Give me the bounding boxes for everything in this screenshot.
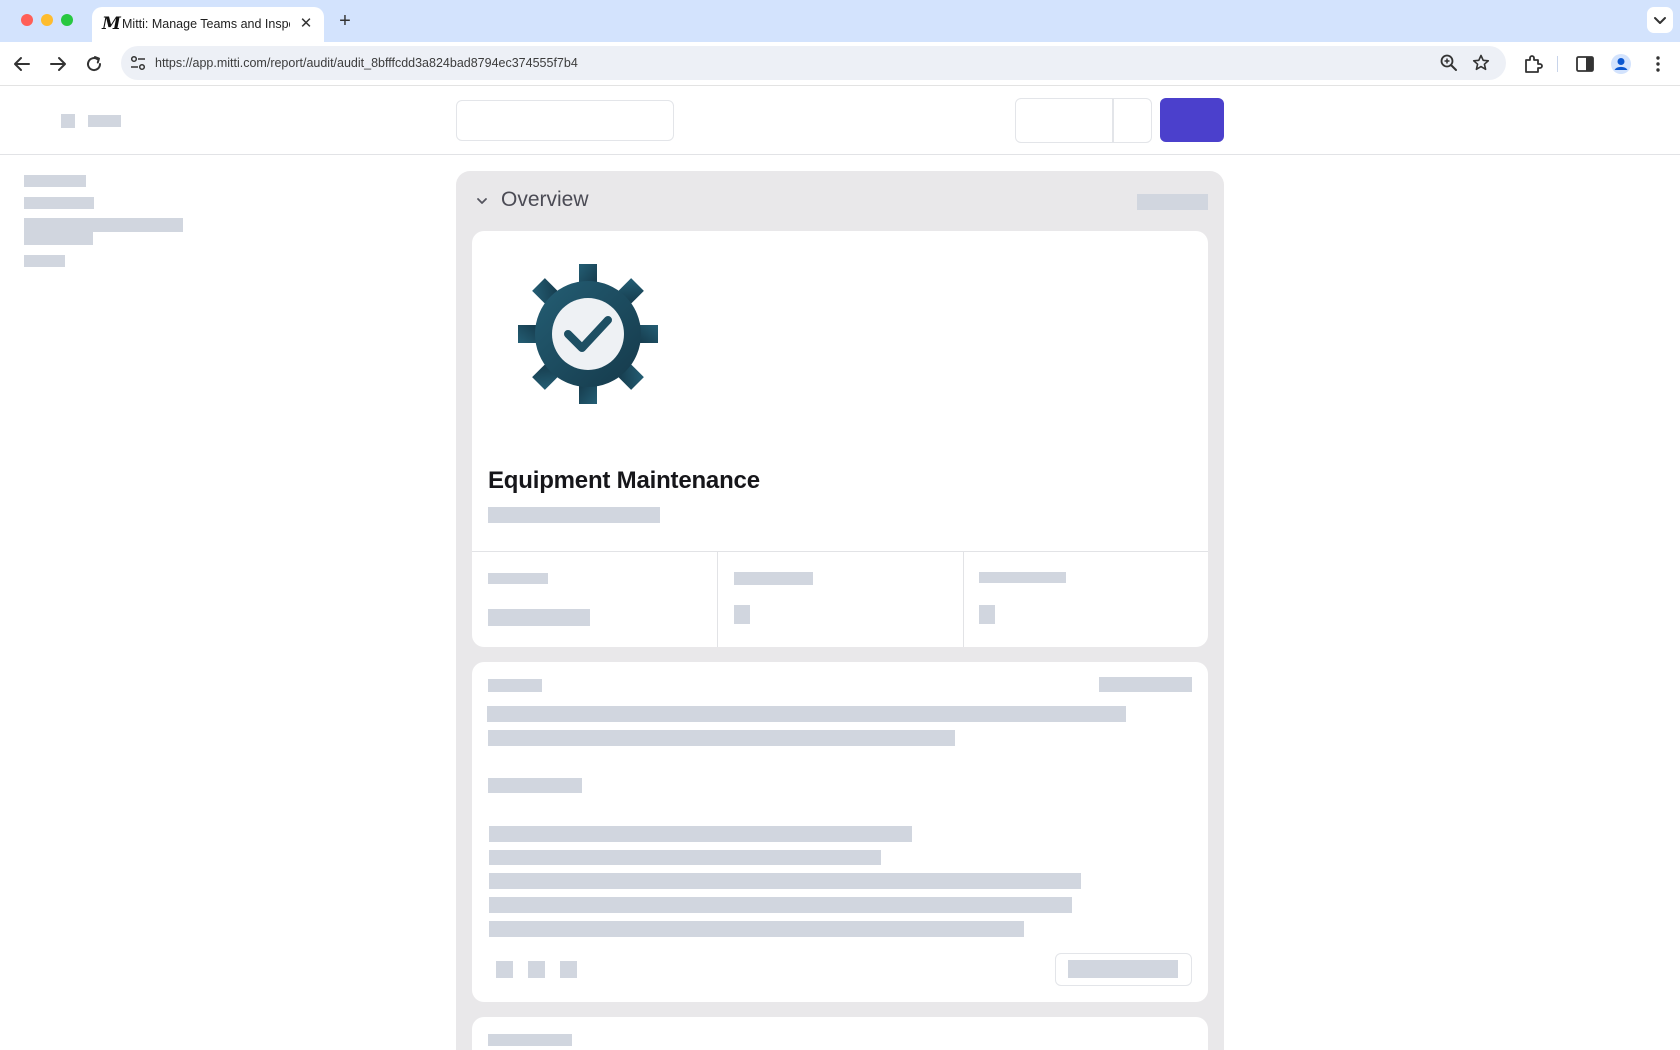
toolbar-separator (1557, 56, 1558, 72)
overview-section: Overview Equipment Maintenance (456, 171, 1224, 1050)
stat-label-placeholder (979, 572, 1066, 583)
details-action-placeholder[interactable] (1099, 677, 1192, 692)
audit-summary-card: Equipment Maintenance (472, 231, 1208, 647)
details-outline-button[interactable] (1055, 953, 1192, 986)
stat-value-placeholder (979, 605, 995, 624)
nav-item-placeholder[interactable] (24, 197, 94, 209)
details-heading-placeholder (488, 679, 542, 692)
gear-check-icon (518, 264, 658, 404)
nav-item-placeholder[interactable] (24, 232, 93, 245)
next-section-card (472, 1017, 1208, 1050)
app-header (0, 87, 1680, 155)
attachment-placeholder[interactable] (528, 961, 545, 978)
text-line-placeholder (489, 850, 881, 865)
logo-placeholder[interactable] (61, 114, 75, 128)
stat-divider (963, 552, 964, 647)
extensions-puzzle-icon[interactable] (1521, 52, 1545, 76)
stat-label-placeholder (488, 573, 548, 584)
new-tab-button[interactable]: + (335, 11, 355, 31)
primary-action-button[interactable] (1160, 98, 1224, 142)
browser-tab-active[interactable]: M Mitti: Manage Teams and Inspect... ✕ (92, 7, 324, 42)
page-content: Overview Equipment Maintenance (0, 87, 1680, 1050)
reload-icon[interactable] (82, 52, 106, 76)
left-navigation (0, 155, 400, 455)
nav-item-placeholder[interactable] (24, 218, 183, 232)
stat-value-placeholder (734, 605, 750, 624)
site-settings-icon[interactable] (129, 54, 147, 72)
maximize-window-button[interactable] (61, 14, 73, 26)
text-line-placeholder (489, 921, 1024, 937)
nav-item-placeholder[interactable] (24, 255, 65, 267)
attachment-placeholder[interactable] (560, 961, 577, 978)
section-heading-placeholder (488, 1034, 572, 1046)
tab-title: Mitti: Manage Teams and Inspect... (122, 17, 290, 31)
audit-subtitle-placeholder (488, 507, 660, 523)
header-search-input[interactable] (456, 100, 674, 141)
header-button-group[interactable] (1015, 98, 1152, 143)
tab-search-button[interactable] (1647, 7, 1673, 33)
section-title[interactable]: Overview (501, 188, 589, 212)
audit-title: Equipment Maintenance (488, 467, 760, 494)
close-icon[interactable]: ✕ (298, 16, 314, 32)
text-line-placeholder (489, 897, 1072, 913)
minimize-window-button[interactable] (41, 14, 53, 26)
mitti-logo-icon: M (102, 14, 121, 34)
side-panel-icon[interactable] (1573, 52, 1597, 76)
chevron-down-icon (1654, 17, 1666, 24)
attachment-placeholder[interactable] (496, 961, 513, 978)
bookmark-star-icon[interactable] (1471, 53, 1491, 73)
forward-arrow-icon[interactable] (46, 52, 70, 76)
url-text[interactable]: https://app.mitti.com/report/audit/audit… (155, 56, 578, 70)
button-label-placeholder (1068, 960, 1178, 978)
more-vertical-icon[interactable] (1646, 52, 1670, 76)
zoom-icon[interactable] (1439, 53, 1459, 73)
stat-divider (717, 552, 718, 647)
close-window-button[interactable] (21, 14, 33, 26)
text-line-placeholder (488, 730, 955, 746)
section-action-placeholder[interactable] (1137, 194, 1208, 210)
brand-placeholder (88, 115, 121, 127)
subheading-placeholder (488, 778, 582, 793)
text-line-placeholder (489, 826, 912, 842)
stat-value-placeholder (488, 609, 590, 626)
back-arrow-icon[interactable] (10, 52, 34, 76)
nav-item-placeholder[interactable] (24, 175, 86, 187)
browser-tab-bar: M Mitti: Manage Teams and Inspect... ✕ + (0, 0, 1680, 42)
address-bar[interactable]: https://app.mitti.com/report/audit/audit… (121, 46, 1506, 80)
text-line-placeholder (487, 706, 1126, 722)
browser-toolbar: https://app.mitti.com/report/audit/audit… (0, 42, 1680, 86)
text-line-placeholder (489, 873, 1081, 889)
stat-label-placeholder (734, 572, 813, 585)
audit-details-card (472, 662, 1208, 1002)
chevron-down-icon[interactable] (474, 193, 490, 209)
profile-avatar-icon[interactable] (1609, 52, 1633, 76)
button-group-separator (1112, 99, 1114, 142)
card-divider (472, 551, 1208, 552)
